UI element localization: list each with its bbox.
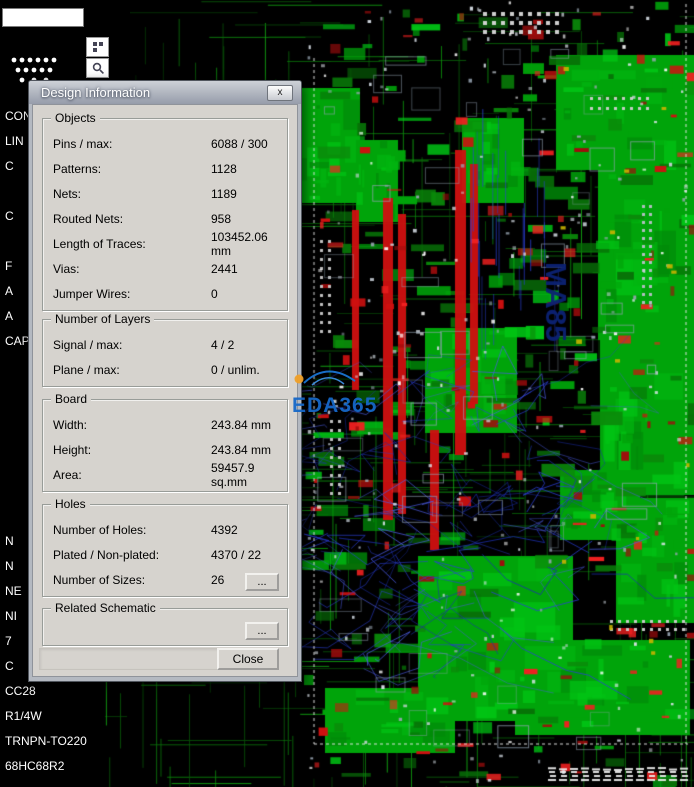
info-row: Jumper Wires: 0 <box>53 281 277 306</box>
info-value: 0 <box>211 286 218 301</box>
info-label: Plane / max: <box>53 362 120 377</box>
info-label: Number of Holes: <box>53 522 147 537</box>
sidebar-item[interactable]: R1/4W <box>0 704 95 729</box>
info-label: Number of Sizes: <box>53 572 146 587</box>
info-row: Pins / max: 6088 / 300 <box>53 131 277 156</box>
small-tool-button-top[interactable] <box>86 37 109 57</box>
search-input[interactable] <box>2 8 84 27</box>
hole-sizes-more-button[interactable]: ... <box>245 573 279 591</box>
info-label: Length of Traces: <box>53 236 146 251</box>
info-row: Area: 59457.9 sq.mm <box>53 460 277 489</box>
dialog-title: Design Information <box>41 85 151 100</box>
info-value: 6088 / 300 <box>211 136 268 151</box>
dialog-body: Objects Pins / max: 6088 / 300 Patterns: 11… <box>32 104 298 677</box>
info-value: 1128 <box>211 161 237 176</box>
small-tool-button-bottom[interactable] <box>86 58 109 78</box>
info-label: Area: <box>53 467 82 482</box>
small-tool-icon <box>92 62 104 74</box>
group-objects: Objects Pins / max: 6088 / 300 Patterns: 11… <box>42 111 288 311</box>
sidebar-item[interactable]: CC28 <box>0 679 95 704</box>
info-label: Nets: <box>53 186 82 201</box>
info-value: 4392 <box>211 522 238 537</box>
info-value: 243.84 mm <box>211 417 272 432</box>
dialog-titlebar[interactable]: Design Information x <box>29 81 301 104</box>
info-label: Plated / Non-plated: <box>53 547 160 562</box>
info-row: Number of Sizes: 26 <box>53 567 277 592</box>
info-row: Routed Nets: 958 <box>53 206 277 231</box>
info-row: Width: 243.84 mm <box>53 412 277 437</box>
info-value: 2441 <box>211 261 238 276</box>
info-row: Patterns: 1128 <box>53 156 277 181</box>
info-row: Number of Holes: 4392 <box>53 517 277 542</box>
info-value: 4370 / 22 <box>211 547 262 562</box>
info-value: 958 <box>211 211 232 226</box>
topbar <box>0 0 130 35</box>
info-row: Vias: 2441 <box>53 256 277 281</box>
info-row: Plated / Non-plated: 4370 / 22 <box>53 542 277 567</box>
info-label: Signal / max: <box>53 337 123 352</box>
info-value: 4 / 2 <box>211 337 235 352</box>
info-value: 243.84 mm <box>211 442 272 457</box>
info-label: Height: <box>53 442 92 457</box>
info-row: Plane / max: 0 / unlim. <box>53 357 277 382</box>
info-value: 0 / unlim. <box>211 362 260 377</box>
info-row: Length of Traces: 103452.06 mm <box>53 229 277 258</box>
info-row: Nets: 1189 <box>53 181 277 206</box>
group-label: Board <box>51 392 92 407</box>
group-related-schematic: Related Schematic ... <box>42 601 288 646</box>
info-label: Pins / max: <box>53 136 113 151</box>
group-holes: Holes Number of Holes: 4392 Plated / Non-p… <box>42 497 288 597</box>
info-label: Patterns: <box>53 161 102 176</box>
group-number-of-layers: Number of Layers Signal / max: 4 / 2 Plane… <box>42 312 288 387</box>
small-tool-icon <box>92 42 103 52</box>
close-button[interactable]: Close <box>217 648 279 670</box>
group-label: Objects <box>51 111 100 126</box>
info-row: Signal / max: 4 / 2 <box>53 332 277 357</box>
group-label: Number of Layers <box>51 312 155 327</box>
info-label: Width: <box>53 417 88 432</box>
related-schematic-more-button[interactable]: ... <box>245 622 279 640</box>
group-label: Holes <box>51 497 90 512</box>
info-label: Jumper Wires: <box>53 286 131 301</box>
info-value: 1189 <box>211 186 237 201</box>
dialog-bottom-strip <box>39 648 221 670</box>
group-board: Board Width: 243.84 mm Height: 243.84 mm Are… <box>42 392 288 492</box>
info-label: Routed Nets: <box>53 211 124 226</box>
sidebar-item[interactable]: 68HC68R2 <box>0 754 95 779</box>
side-toolbar <box>86 37 109 78</box>
info-value: 59457.9 sq.mm <box>211 460 255 489</box>
sidebar-item[interactable]: TRNPN-TO220 <box>0 729 95 754</box>
group-label: Related Schematic <box>51 601 160 616</box>
info-value: 103452.06 mm <box>211 229 268 258</box>
info-row: Height: 243.84 mm <box>53 437 277 462</box>
design-information-dialog: Design Information x Objects Pins / max:… <box>28 80 302 682</box>
close-x-button[interactable]: x <box>267 84 293 101</box>
info-label: Vias: <box>53 261 80 276</box>
